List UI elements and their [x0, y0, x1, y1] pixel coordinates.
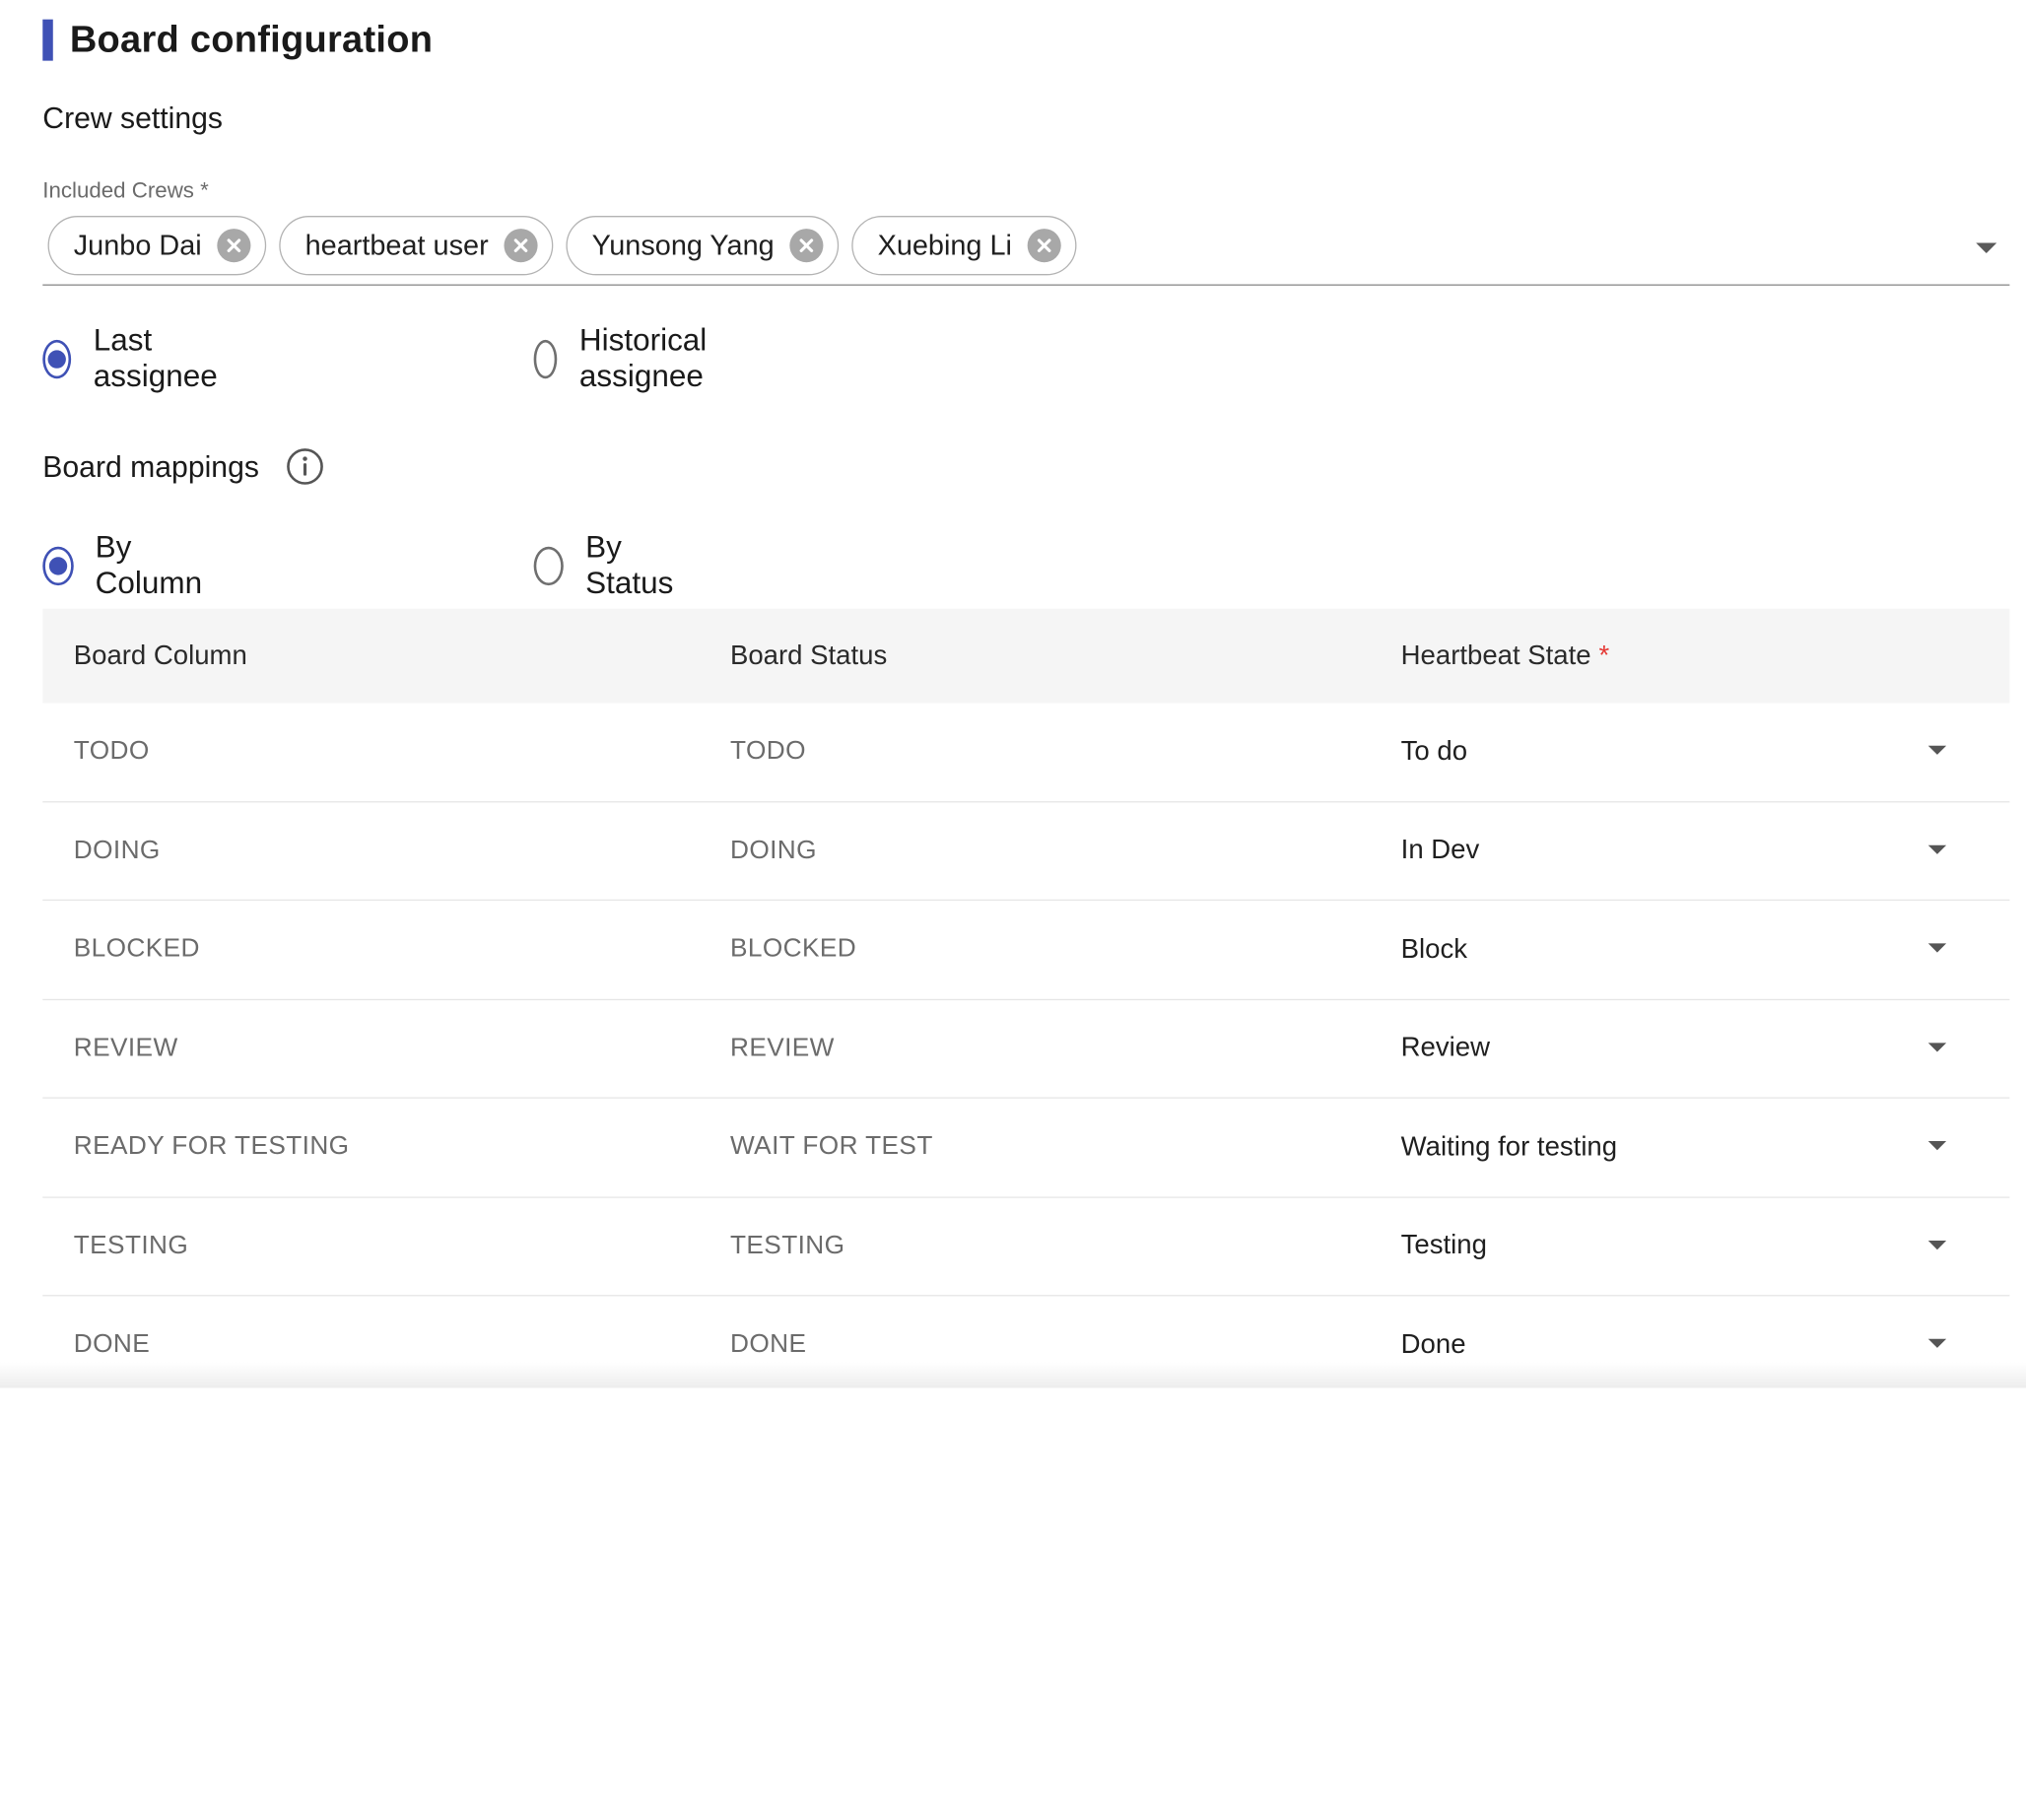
dropdown-arrow-icon[interactable] [1927, 1338, 1947, 1348]
radio-label: By Status [585, 529, 674, 601]
crew-chip: Yunsong Yang [566, 216, 840, 276]
dropdown-arrow-icon[interactable] [1927, 1141, 1947, 1151]
radio-label: Last assignee [93, 322, 218, 395]
page-title: Board configuration [69, 19, 434, 60]
board-column-cell: REVIEW [73, 1033, 178, 1062]
header-board-column: Board Column [73, 640, 247, 671]
page-title-row: Board configuration [42, 18, 433, 62]
included-crews-select[interactable]: Junbo Dai heartbeat user Yunsong Yang Xu… [42, 211, 2010, 286]
heartbeat-state-select[interactable]: To do [1401, 703, 1467, 799]
remove-chip-icon[interactable] [1027, 229, 1061, 263]
radio-label: By Column [95, 529, 203, 601]
table-row: READY FOR TESTING WAIT FOR TEST Waiting … [42, 1099, 2010, 1198]
board-configuration-page: Board configuration Crew settings Includ… [0, 0, 2026, 1820]
remove-chip-icon[interactable] [217, 229, 251, 263]
table-row: DOING DOING In Dev [42, 802, 2010, 902]
dropdown-arrow-icon[interactable] [1927, 943, 1947, 953]
table-row: TESTING TESTING Testing [42, 1197, 2010, 1297]
crew-chip: heartbeat user [279, 216, 554, 276]
heartbeat-state-select[interactable]: Block [1401, 901, 1467, 997]
board-column-cell: BLOCKED [73, 934, 200, 964]
header-board-status: Board Status [729, 640, 888, 671]
crew-chip: Xuebing Li [851, 216, 1077, 276]
board-column-cell: READY FOR TESTING [73, 1131, 350, 1161]
board-status-cell: TODO [729, 736, 806, 766]
board-status-cell: REVIEW [729, 1033, 835, 1062]
radio-unchecked-icon[interactable] [533, 546, 564, 586]
scroll-shadow [0, 1362, 2026, 1388]
heartbeat-state-select[interactable]: Waiting for testing [1401, 1099, 1617, 1195]
board-status-cell: DOING [729, 835, 817, 864]
dropdown-arrow-icon[interactable] [1976, 242, 1997, 254]
remove-chip-icon[interactable] [504, 229, 538, 263]
board-column-cell: TODO [73, 736, 150, 766]
table-row: TODO TODO To do [42, 703, 2010, 802]
dropdown-arrow-icon[interactable] [1927, 844, 1947, 854]
board-mapping-table: Board Column Board Status Heartbeat Stat… [42, 608, 2010, 1394]
dropdown-arrow-icon[interactable] [1927, 1240, 1947, 1249]
table-row: REVIEW REVIEW Review [42, 999, 2010, 1099]
heartbeat-state-select[interactable]: In Dev [1401, 802, 1480, 899]
radio-by-column[interactable]: By Column [42, 530, 210, 601]
heartbeat-state-select[interactable]: Testing [1401, 1197, 1487, 1294]
board-column-cell: TESTING [73, 1231, 189, 1260]
radio-label: Historical assignee [578, 322, 708, 395]
crew-chip-label: Xuebing Li [877, 229, 1012, 261]
radio-unchecked-icon[interactable] [533, 339, 558, 379]
board-status-cell: WAIT FOR TEST [729, 1131, 933, 1161]
table-header: Board Column Board Status Heartbeat Stat… [42, 608, 2010, 704]
board-mappings-heading: Board mappings [42, 448, 259, 483]
crew-chips: Junbo Dai heartbeat user Yunsong Yang Xu… [47, 216, 1077, 276]
crew-chip-label: Yunsong Yang [591, 229, 775, 261]
remove-chip-icon[interactable] [789, 229, 824, 263]
header-heartbeat-state-label: Heartbeat State [1400, 640, 1591, 671]
dropdown-arrow-icon[interactable] [1927, 1042, 1947, 1051]
board-mappings-heading-row: Board mappings [42, 443, 323, 490]
crew-chip-label: heartbeat user [304, 229, 489, 261]
crew-chip-label: Junbo Dai [73, 229, 202, 261]
table-row: BLOCKED BLOCKED Block [42, 901, 2010, 1000]
header-heartbeat-state: Heartbeat State * [1401, 609, 1610, 704]
info-icon[interactable] [285, 447, 323, 486]
radio-last-assignee[interactable]: Last assignee [42, 323, 228, 394]
included-crews-label: Included Crews * [42, 177, 209, 203]
board-column-cell: DOING [73, 835, 161, 864]
board-status-cell: BLOCKED [729, 934, 857, 964]
title-accent-bar [42, 19, 53, 61]
heartbeat-state-select[interactable]: Review [1401, 999, 1490, 1096]
crew-chip: Junbo Dai [47, 216, 267, 276]
radio-historical-assignee[interactable]: Historical assignee [533, 323, 722, 394]
radio-checked-icon[interactable] [42, 339, 72, 379]
crew-settings-heading: Crew settings [42, 101, 224, 135]
board-status-cell: TESTING [729, 1231, 845, 1260]
radio-by-status[interactable]: By Status [533, 530, 683, 601]
radio-checked-icon[interactable] [42, 546, 74, 586]
required-mark: * [1598, 640, 1610, 671]
dropdown-arrow-icon[interactable] [1927, 745, 1947, 755]
